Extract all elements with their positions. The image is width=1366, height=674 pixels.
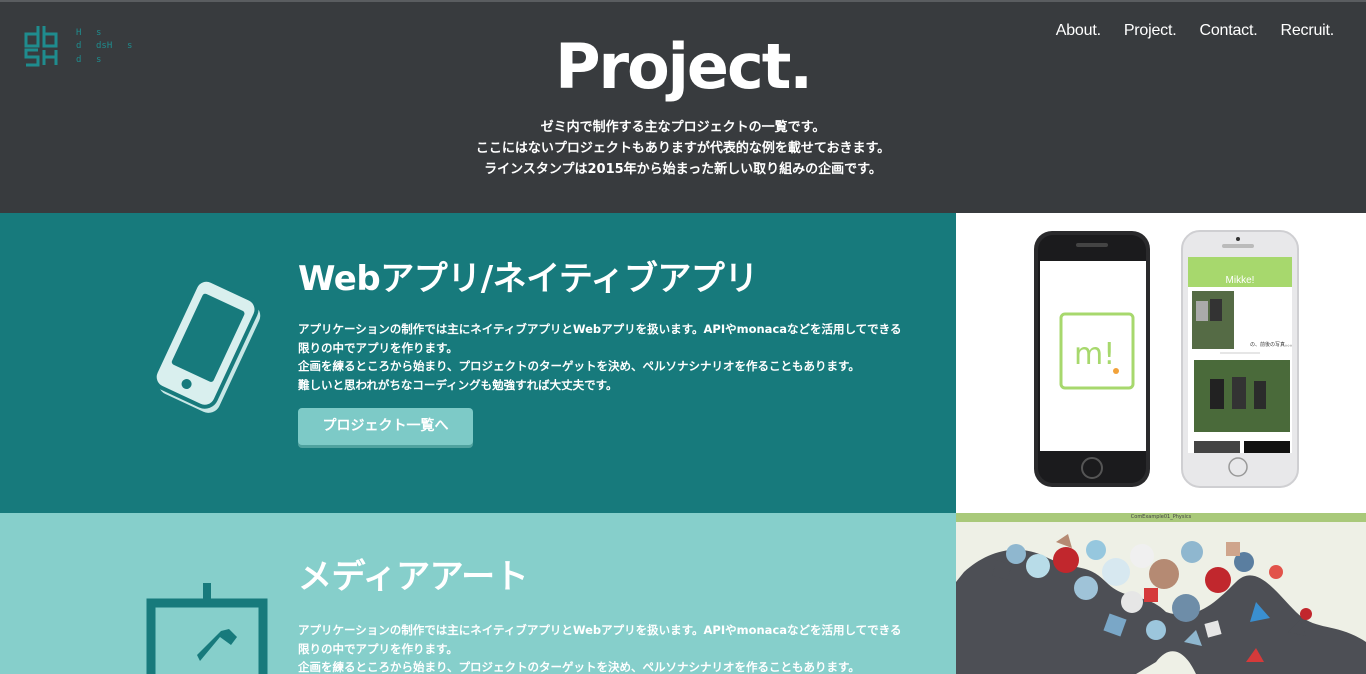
section-media-art: メディアアート アプリケーションの制作では主にネイティブアプリとWebアプリを扱… [0,513,956,674]
section-text-line: 企画を練るところから始まり、プロジェクトのターゲットを決め、ペルソナシナリオを作… [298,660,860,674]
section-web-apps: Webアプリ/ネイティブアプリ アプリケーションの制作では主にネイティブアプリと… [0,213,956,513]
description-line: ゼミ内で制作する主なプロジェクトの一覧です。 [540,120,826,135]
black-phone-image: m! [1034,231,1150,487]
section-text: アプリケーションの制作では主にネイティブアプリとWebアプリを扱います。APIや… [298,621,928,674]
section-text-line: 難しいと思われがちなコーディングも勉強すれば大丈夫です。 [298,377,618,392]
top-border [0,0,1366,2]
app-screenshot: m! Mikke! の、前後の写真。。。 [956,213,1366,513]
section-text-line: 限りの中でアプリを作ります。 [298,340,458,355]
app-logo-text: m! [1074,337,1115,372]
easel-icon [146,583,268,674]
app-title: Mikke! [1226,275,1255,286]
page-title: Project. [555,30,813,103]
media-art-screenshot: ComExample01_Physics [956,513,1366,674]
section-title: Webアプリ/ネイティブアプリ [298,259,758,299]
page-header: H s d dsH s d s About. Project. Contact.… [0,0,1366,213]
page-description: ゼミ内で制作する主なプロジェクトの一覧です。 ここにはないプロジェクトもあります… [0,117,1366,180]
section-title: メディアアート [298,557,529,597]
description-line: ここにはないプロジェクトもありますが代表的な例を載せておきます。 [475,141,891,156]
section-text-line: 限りの中でアプリを作ります。 [298,641,458,656]
white-phone-image: Mikke! の、前後の写真。。。 [1181,230,1299,488]
sketch-window-bar: ComExample01_Physics [956,513,1366,522]
section-text-line: 企画を練るところから始まり、プロジェクトのターゲットを決め、ペルソナシナリオを作… [298,359,860,373]
smartphone-icon [152,279,261,413]
section-text-line: アプリケーションの制作では主にネイティブアプリとWebアプリを扱います。APIや… [298,623,902,637]
section-text: アプリケーションの制作では主にネイティブアプリとWebアプリを扱います。APIや… [298,320,928,394]
photo-caption: の、前後の写真。。。 [1250,341,1295,348]
physics-art-image [956,534,1366,674]
description-line: ラインスタンプは2015年から始まった新しい取り組みの企画です。 [484,162,882,177]
project-list-button[interactable]: プロジェクト一覧へ [298,408,473,445]
section-text-line: アプリケーションの制作では主にネイティブアプリとWebアプリを扱います。APIや… [298,322,902,336]
